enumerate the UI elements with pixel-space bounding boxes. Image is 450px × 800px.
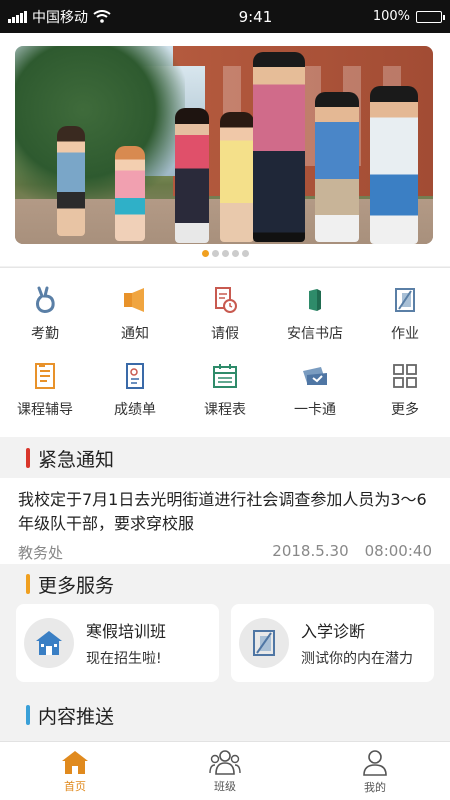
timetable-icon [210,361,240,391]
carousel-dot-active[interactable] [201,250,209,257]
menu-item-homework[interactable]: 作业 [360,285,450,357]
banner-carousel-image[interactable] [15,46,433,244]
notice-meta: 教务处 2018.5.30 08:00:40 [18,542,432,563]
carousel-indicator [0,250,450,257]
banner-teacher [253,52,305,242]
status-right: 100% [372,9,445,24]
menu-item-label: 通知 [121,326,149,342]
service-card-title: 寒假培训班 [86,622,167,641]
status-left: 中国移动 [8,7,178,27]
diagnosis-icon [239,618,289,668]
menu-item-bookstore[interactable]: 安信书店 [270,285,360,357]
content-push-header: 内容推送 [0,695,450,735]
homework-icon [390,285,420,315]
quick-menu-grid: 考勤 通知 请假 安信书店 作业 课程辅导 成绩单 课程表 一卡通 更多 [0,267,450,437]
urgent-notice-header: 紧急通知 [0,438,450,478]
banner-child-5 [315,92,359,242]
banner-child-2 [115,146,145,241]
notice-text: 我校定于7月1日去光明街道进行社会调查参加人员为3～6年级队干部，要求穿校服 [18,490,427,533]
menu-item-label: 一卡通 [294,402,336,418]
section-accent-bar [26,448,30,468]
profile-icon [363,749,387,776]
banner-section [0,33,450,266]
menu-item-course-tutoring[interactable]: 课程辅导 [0,361,90,433]
menu-item-label: 请假 [211,326,239,342]
menu-item-label: 安信书店 [287,326,343,342]
service-card-subtitle: 测试你的内在潜力 [301,651,413,667]
menu-item-label: 作业 [391,326,419,342]
menu-item-campus-card[interactable]: 一卡通 [270,361,360,433]
carrier-label: 中国移动 [32,9,88,26]
carousel-dot[interactable] [241,250,249,257]
leave-request-icon [210,285,240,315]
menu-item-label: 课程辅导 [17,402,73,418]
school-house-icon [24,618,74,668]
tab-profile[interactable]: 我的 [300,742,450,800]
report-card-icon [120,361,150,391]
banner-child-1 [57,126,85,236]
service-cards: 寒假培训班 现在招生啦! 入学诊断 测试你的内在潜力 [0,604,450,684]
attendance-icon [30,285,60,315]
menu-item-more[interactable]: 更多 [360,361,450,433]
section-title: 紧急通知 [38,448,115,471]
tab-label: 首页 [64,779,86,793]
banner-child-3 [175,108,209,243]
tab-class[interactable]: 班级 [150,742,300,800]
battery-icon [416,10,445,23]
menu-item-timetable[interactable]: 课程表 [180,361,270,433]
class-icon [209,749,241,775]
menu-item-report-card[interactable]: 成绩单 [90,361,180,433]
bottom-tab-bar: 首页 班级 我的 [0,741,450,800]
signal-icon [8,10,27,23]
tab-home[interactable]: 首页 [0,742,150,800]
more-grid-icon [390,361,420,391]
section-accent-bar [26,574,30,594]
bookstore-icon [300,285,330,315]
menu-item-label: 考勤 [31,326,59,342]
notice-date: 2018.5.30 [272,542,349,560]
carousel-dot[interactable] [211,250,219,257]
section-title: 更多服务 [38,574,115,597]
more-services-header: 更多服务 [0,564,450,604]
campus-card-icon [300,361,330,391]
menu-item-leave[interactable]: 请假 [180,285,270,357]
tab-label: 班级 [214,779,236,793]
course-tutoring-icon [30,361,60,391]
notice-time: 08:00:40 [364,542,432,560]
service-card-winter-class[interactable]: 寒假培训班 现在招生啦! [16,604,219,682]
menu-item-label: 更多 [391,402,419,418]
menu-item-label: 成绩单 [114,402,156,418]
status-time: 9:41 [238,7,273,26]
wifi-icon [93,10,111,23]
menu-item-label: 课程表 [204,402,246,418]
tab-label: 我的 [364,780,386,794]
menu-item-attendance[interactable]: 考勤 [0,285,90,357]
carousel-dot[interactable] [221,250,229,257]
banner-child-6 [370,86,418,244]
menu-item-notice[interactable]: 通知 [90,285,180,357]
banner-tree [15,46,185,206]
megaphone-icon [120,285,150,315]
service-card-enrollment-diagnosis[interactable]: 入学诊断 测试你的内在潜力 [231,604,434,682]
battery-percent: 100% [372,9,410,24]
carousel-dot[interactable] [231,250,239,257]
home-icon [62,750,88,774]
banner-child-4 [220,112,254,242]
service-card-title: 入学诊断 [301,622,366,641]
status-bar: 中国移动 9:41 100% [0,0,450,33]
notice-source: 教务处 [18,544,64,562]
section-title: 内容推送 [38,705,115,728]
urgent-notice-card[interactable]: 我校定于7月1日去光明街道进行社会调查参加人员为3～6年级队干部，要求穿校服 教… [0,478,450,564]
service-card-subtitle: 现在招生啦! [86,651,162,667]
section-accent-bar [26,705,30,725]
